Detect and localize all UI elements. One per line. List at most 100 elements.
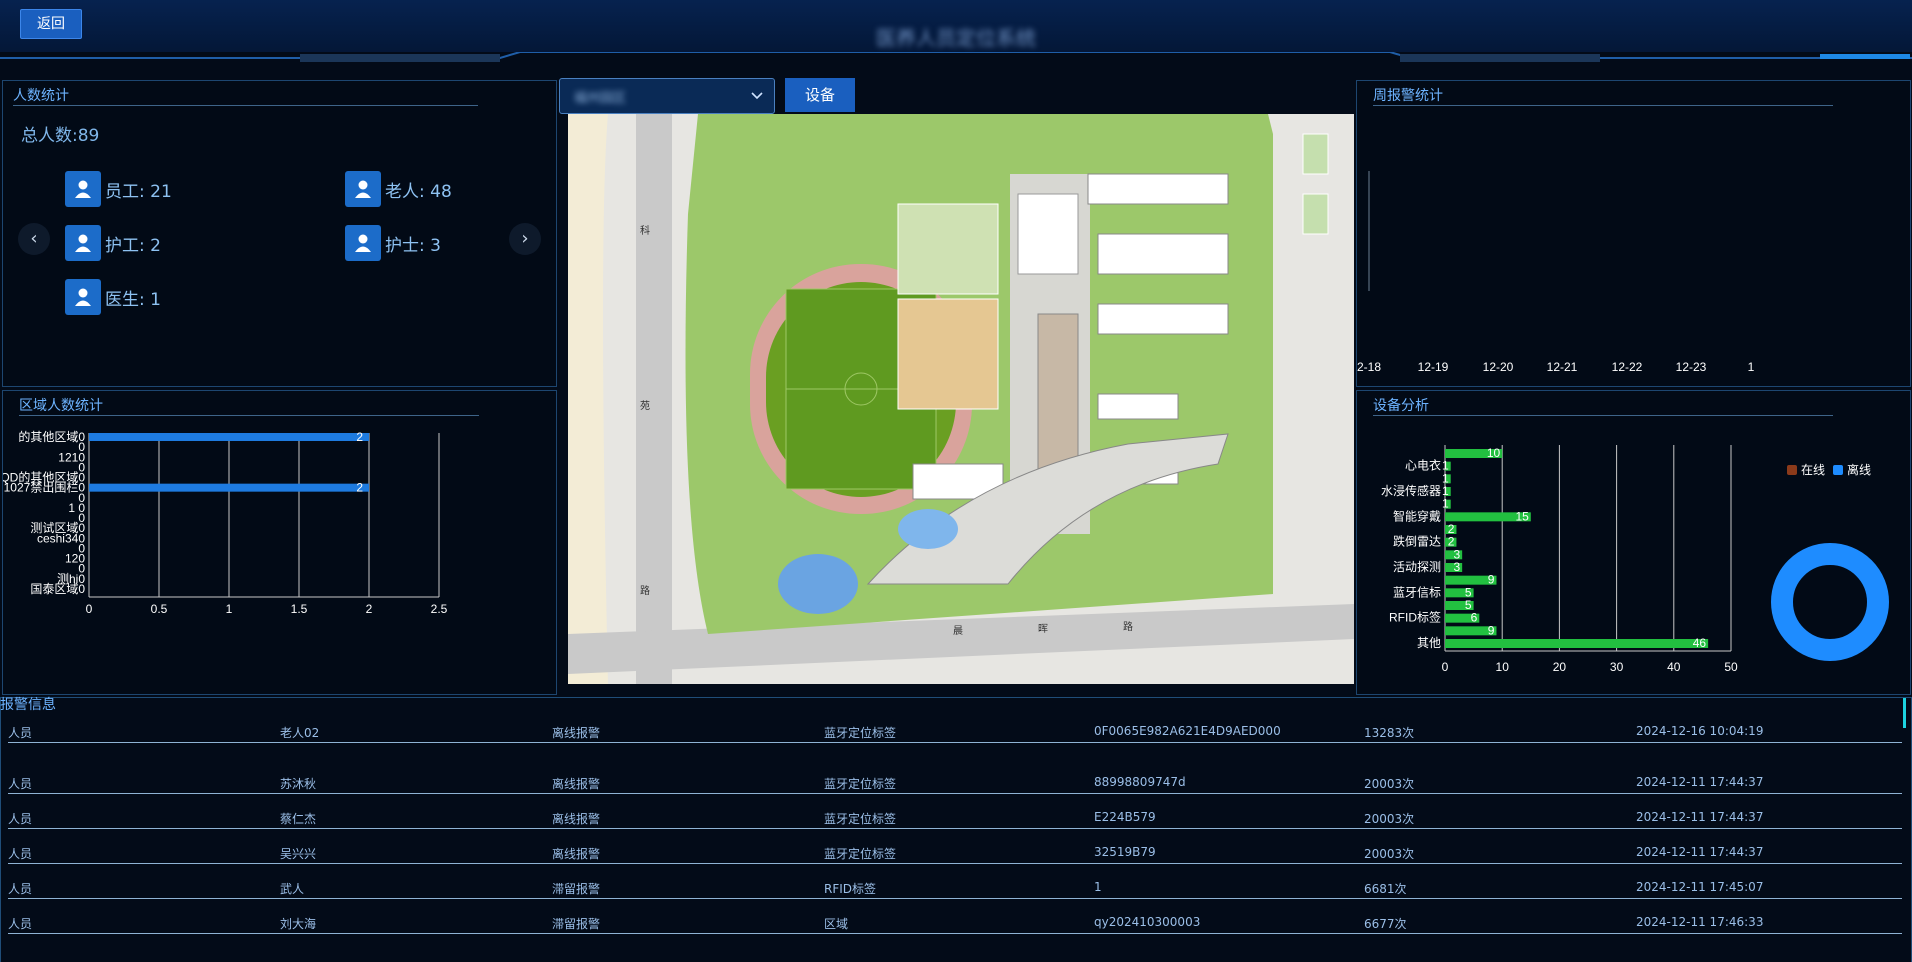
alarm-cell-count: 13283次	[1364, 726, 1415, 740]
alarm-cell-kind: 离线报警	[552, 777, 601, 791]
alarm-cell-name: 武人	[280, 882, 305, 896]
alarm-cell-device: 蓝牙定位标签	[824, 847, 897, 861]
alarm-cell-type: 人员	[8, 847, 33, 861]
alarm-cell-code: E224B579	[1094, 810, 1156, 824]
alarm-cell-code: 0F0065E982A621E4D9AED000	[1094, 724, 1281, 738]
weekly-alarm-panel: 周报警统计 2-18 12-19 12-20 12-21 12-22 12-23 1	[1356, 80, 1911, 387]
x-tick-label: 12-20	[1483, 360, 1514, 374]
bar-value-label: 2	[356, 430, 363, 444]
person-stat-label: 护士: 3	[385, 235, 441, 256]
prev-arrow-button[interactable]: ‹	[18, 223, 50, 255]
bar-value-label: 15	[1515, 509, 1529, 523]
device-button[interactable]: 设备	[785, 78, 855, 112]
alarm-title: 报警信息	[0, 697, 56, 713]
legend-item-online[interactable]: 在线	[1787, 461, 1825, 478]
campus-map[interactable]: 科 苑 路 晨 晖 路	[568, 114, 1354, 684]
alarm-row[interactable]: 人员 苏沐秋 离线报警 蓝牙定位标签 88998809747d 20003次 2024-12…	[0, 775, 1900, 809]
bar-value-label: 3	[1453, 560, 1460, 574]
row-divider	[8, 793, 1902, 794]
y-tick-label: 的其他区域0	[18, 429, 85, 444]
alarm-cell-code: 88998809747d	[1094, 775, 1186, 789]
alarm-cell-type: 人员	[8, 726, 33, 740]
alarm-cell-time: 2024-12-11 17:44:37	[1636, 775, 1764, 789]
bar-value-label: 46	[1693, 636, 1707, 650]
legend-item-offline[interactable]: 离线	[1833, 461, 1871, 478]
row-divider	[8, 933, 1902, 934]
bar-value-label: 9	[1488, 573, 1495, 587]
alarm-cell-name: 刘大海	[280, 917, 317, 931]
user-icon	[345, 171, 381, 207]
y-tick-label: 国泰区域0	[30, 582, 85, 596]
x-tick-label: 0	[86, 602, 93, 616]
legend-swatch	[1833, 464, 1843, 475]
campus-select[interactable]: 福州园区	[559, 78, 775, 114]
user-icon	[65, 171, 101, 207]
x-tick-label: 1	[226, 602, 233, 616]
system-title: 医养人员定位系统	[876, 26, 1036, 50]
y-tick-label: 水浸传感器	[1381, 483, 1441, 498]
alarm-cell-time: 2024-12-11 17:45:07	[1636, 880, 1764, 894]
x-tick-label: 1	[1748, 360, 1755, 374]
person-stat-caregiver: 护工: 2	[65, 225, 161, 261]
device-bar	[1445, 639, 1709, 648]
x-tick-label: 2-18	[1357, 360, 1381, 374]
alarm-cell-device: 蓝牙定位标签	[824, 777, 897, 791]
alarm-cell-name: 蔡仁杰	[280, 812, 317, 826]
alarm-cell-device: 蓝牙定位标签	[824, 812, 897, 826]
legend-label: 在线	[1801, 463, 1826, 477]
next-arrow-button[interactable]: ›	[509, 223, 541, 255]
alarm-cell-name: 吴兴兴	[280, 847, 317, 861]
x-tick-label: 12-23	[1676, 360, 1707, 374]
alarm-row[interactable]: 人员 武人 滞留报警 RFID标签 1 6681次 2024-12-11 17:45:07	[0, 880, 1900, 914]
bar-value-label: 1	[1442, 497, 1449, 511]
road-label: 晨	[953, 625, 963, 637]
x-tick-label: 20	[1553, 660, 1567, 674]
alarm-cell-time: 2024-12-11 17:44:37	[1636, 810, 1764, 824]
back-button[interactable]: 返回	[20, 9, 82, 39]
area-bar	[89, 433, 369, 441]
weekly-alarm-chart: 2-18 12-19 12-20 12-21 12-22 12-23 1	[1357, 171, 1755, 374]
alarm-row[interactable]: 人员 吴兴兴 离线报警 蓝牙定位标签 32519B79 20003次 2024-12-11 …	[0, 845, 1900, 879]
y-tick-label: 1027禁出围栏0	[4, 480, 86, 495]
bar-value-label: 6	[1471, 611, 1478, 625]
row-divider	[8, 898, 1902, 899]
alarm-cell-code: qy202410300003	[1094, 915, 1201, 929]
x-tick-label: 1.5	[291, 602, 308, 616]
bar-value-label: 2	[356, 481, 363, 495]
people-stats-panel: 人数统计 总人数:89 ‹ › 员工: 21 老人: 48 护工: 2 护士: …	[2, 80, 557, 387]
alarm-cell-kind: 离线报警	[552, 812, 601, 826]
alarm-row[interactable]: 人员 蔡仁杰 离线报警 蓝牙定位标签 E224B579 20003次 2024-12-11 …	[0, 810, 1900, 844]
person-stat-doctor: 医生: 1	[65, 279, 161, 315]
road-label: 科	[640, 224, 650, 237]
alarm-cell-device: 蓝牙定位标签	[824, 726, 897, 740]
x-tick-label: 2	[366, 602, 373, 616]
y-tick-label: 其他	[1417, 636, 1441, 650]
road-label: 路	[640, 584, 650, 597]
person-stat-elderly: 老人: 48	[345, 171, 452, 207]
x-tick-label: 0.5	[151, 602, 168, 616]
alarm-cell-time: 2024-12-16 10:04:19	[1636, 724, 1764, 738]
alarm-row[interactable]: 人员 刘大海 滞留报警 区域 qy202410300003 6677次 2024-12-11…	[0, 915, 1900, 949]
bar-value-label: 10	[1487, 446, 1501, 460]
road-label: 路	[1123, 620, 1133, 633]
road-label: 苑	[640, 399, 650, 412]
alarm-cell-device: RFID标签	[824, 882, 877, 896]
alarm-cell-type: 人员	[8, 777, 33, 791]
alarm-cell-type: 人员	[8, 812, 33, 826]
alarm-cell-code: 1	[1094, 880, 1102, 894]
alarm-cell-time: 2024-12-11 17:46:33	[1636, 915, 1764, 929]
alarm-cell-name: 苏沐秋	[280, 777, 317, 791]
legend-label: 离线	[1847, 463, 1872, 477]
user-icon	[65, 279, 101, 315]
person-stat-label: 医生: 1	[105, 289, 161, 310]
x-tick-label: 12-19	[1418, 360, 1449, 374]
y-tick-label: 活动探测	[1393, 560, 1441, 574]
alarm-cell-count: 20003次	[1364, 777, 1415, 791]
alarm-row[interactable]: 人员 老人02 离线报警 蓝牙定位标签 0F0065E982A621E4D9AED000…	[0, 724, 1900, 758]
x-tick-label: 10	[1496, 660, 1510, 674]
alarm-cell-time: 2024-12-11 17:44:37	[1636, 845, 1764, 859]
total-count: 总人数:89	[21, 126, 100, 146]
person-stat-label: 员工: 21	[105, 181, 172, 202]
x-tick-label: 2.5	[431, 602, 448, 616]
person-stat-nurse: 护士: 3	[345, 225, 441, 261]
